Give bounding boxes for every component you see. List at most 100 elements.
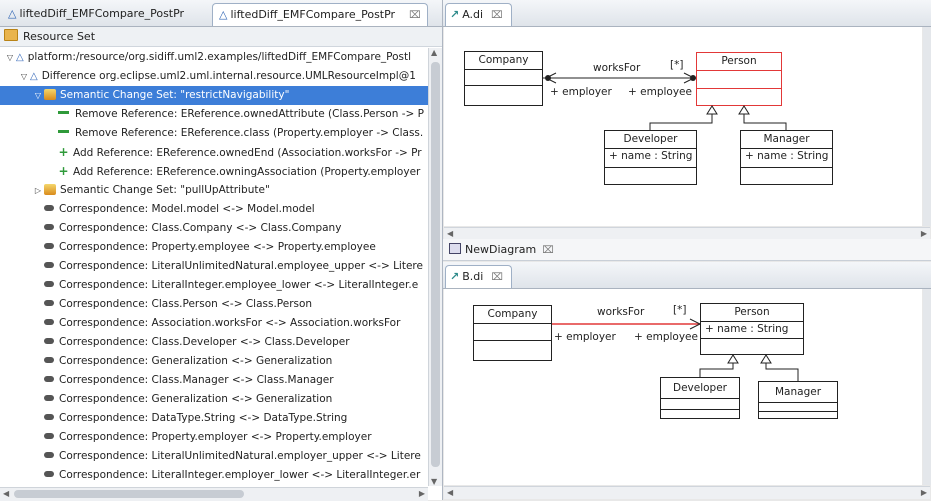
tab-a-di[interactable]: ↗ A.di ⌧ [445, 3, 512, 26]
tree-row[interactable]: Correspondence: Model.model <-> Model.mo… [0, 200, 315, 219]
scroll-left-icon[interactable]: ◀ [447, 488, 453, 497]
diagram-icon: ↗ [450, 8, 460, 21]
correspondence-icon [44, 471, 54, 477]
scroll-up-icon[interactable]: ▲ [431, 48, 437, 57]
generalization-arrowhead [706, 105, 718, 115]
tree-row[interactable]: + Add Reference: EReference.owningAssocia… [0, 162, 420, 181]
add-icon: + [58, 145, 69, 159]
tree-row[interactable]: ▽ △ platform:/resource/org.sidiff.uml2.exa… [0, 48, 411, 67]
tree-row[interactable]: Correspondence: Property.employer <-> Pr… [0, 428, 372, 447]
tree-row[interactable]: Correspondence: LiteralInteger.employee_… [0, 276, 418, 295]
tab-label: liftedDiff_EMFCompare_PostPr [230, 8, 396, 21]
role-employee: + employee [628, 86, 692, 98]
tab-b-di[interactable]: ↗ B.di ⌧ [445, 265, 512, 288]
close-icon[interactable]: ⌧ [542, 245, 554, 256]
canvas-a-vertical-scrollbar[interactable] [923, 27, 931, 226]
correspondence-icon [44, 224, 54, 230]
tree-row-label: Correspondence: Class.Manager <-> Class.… [59, 374, 334, 386]
scroll-right-icon[interactable]: ▶ [921, 229, 927, 238]
scroll-right-icon[interactable]: ▶ [921, 488, 927, 497]
diagram-canvas-b[interactable]: Company Person + name : String Developer… [444, 289, 922, 485]
editor-a-tab-bar: ↗ A.di ⌧ [443, 0, 931, 27]
close-icon[interactable]: ⌧ [491, 10, 503, 21]
expand-toggle-icon[interactable]: ▷ [32, 181, 44, 200]
tab-lifted-diff-2[interactable]: △ liftedDiff_EMFCompare_PostPr ⌧ [212, 3, 428, 26]
generalization-arrowhead [727, 354, 739, 364]
tree-row-label: Correspondence: LiteralUnlimitedNatural.… [59, 450, 421, 462]
left-tab-bar: △ liftedDiff_EMFCompare_PostPr △ liftedDif… [0, 0, 442, 27]
scroll-left-icon[interactable]: ◀ [447, 229, 453, 238]
role-employer: + employer [550, 86, 612, 98]
tree-row[interactable]: Correspondence: LiteralUnlimitedNatural.… [0, 447, 421, 466]
new-diagram-tab[interactable]: NewDiagram ⌧ [443, 239, 931, 261]
difference-tree: ▽ △ platform:/resource/org.sidiff.uml2.exa… [0, 48, 428, 486]
tree-horizontal-scrollbar[interactable]: ◀ ▶ [0, 487, 428, 501]
correspondence-icon [44, 243, 54, 249]
tree-row[interactable]: Correspondence: LiteralInteger.employer_… [0, 466, 420, 485]
tree-row[interactable]: Correspondence: Property.employee <-> Pr… [0, 238, 376, 257]
tree-row-label: Remove Reference: EReference.class (Prop… [75, 127, 424, 139]
tree-row[interactable]: ▽ △ Difference org.eclipse.uml2.uml.intern… [0, 67, 416, 86]
generalization-edge [743, 113, 787, 130]
add-icon: + [58, 164, 69, 178]
change-set-icon [44, 184, 56, 195]
tree-row[interactable]: Correspondence: Class.Developer <-> Clas… [0, 333, 350, 352]
remove-icon [58, 111, 69, 114]
association-name: worksFor [597, 306, 645, 318]
correspondence-icon [44, 376, 54, 382]
tree-row[interactable]: Correspondence: Class.Person <-> Class.P… [0, 295, 312, 314]
scroll-down-icon[interactable]: ▼ [431, 477, 437, 486]
tree-row[interactable]: + Add Reference: EReference.ownedEnd (Ass… [0, 143, 421, 162]
expand-toggle-icon[interactable]: ▽ [18, 67, 30, 86]
tree-row[interactable]: Correspondence: LiteralUnlimitedNatural.… [0, 257, 423, 276]
canvas-b-vertical-scrollbar[interactable] [923, 289, 931, 485]
tree-row-label: Correspondence: LiteralUnlimitedNatural.… [59, 260, 423, 272]
remove-icon [58, 130, 69, 133]
tree-row-label: Correspondence: Class.Person <-> Class.P… [59, 298, 313, 310]
association-name: worksFor [593, 62, 641, 74]
tab-lifted-diff-1[interactable]: △ liftedDiff_EMFCompare_PostPr [2, 3, 190, 25]
tree-row[interactable]: Correspondence: Generalization <-> Gener… [0, 352, 332, 371]
diagram-edges-b [552, 318, 799, 381]
resource-set-label: Resource Set [23, 30, 96, 43]
expand-toggle-icon[interactable]: ▽ [4, 48, 16, 67]
tree-row[interactable]: Correspondence: Class.Company <-> Class.… [0, 219, 341, 238]
correspondence-icon [44, 452, 54, 458]
tree-row[interactable]: ▷ Semantic Change Set: "pullUpAttribute" [0, 181, 270, 200]
tree-row[interactable]: Remove Reference: EReference.class (Prop… [0, 124, 423, 143]
scroll-thumb[interactable] [431, 62, 440, 467]
tree-row[interactable]: Correspondence: Association.worksFor <->… [0, 314, 400, 333]
tree-row-label: Correspondence: Property.employee <-> Pr… [59, 241, 376, 253]
close-icon[interactable]: ⌧ [491, 272, 503, 283]
tree-vertical-scrollbar[interactable]: ▲ ▼ [428, 48, 442, 486]
tree-row[interactable]: Correspondence: Class.Manager <-> Class.… [0, 371, 334, 390]
scroll-right-icon[interactable]: ▶ [419, 489, 425, 498]
canvas-b-horizontal-scrollbar[interactable]: ◀ ▶ [444, 486, 930, 499]
new-diagram-label: NewDiagram [465, 243, 537, 256]
tree-row-label: Correspondence: Property.employer <-> Pr… [59, 431, 372, 443]
tree-row-label: Difference org.eclipse.uml2.uml.internal… [41, 70, 416, 82]
correspondence-icon [44, 395, 54, 401]
tab-label: B.di [462, 270, 484, 283]
diagram-icon: ↗ [450, 270, 460, 283]
tree-row-label: Correspondence: Model.model <-> Model.mo… [59, 203, 315, 215]
tree-row-label: Correspondence: LiteralInteger.employee_… [59, 279, 419, 291]
diagram-icon [449, 243, 461, 254]
generalization-arrowhead [738, 105, 750, 115]
scroll-left-icon[interactable]: ◀ [3, 489, 9, 498]
diagram-canvas-a[interactable]: Company Person Developer + name : String… [444, 27, 922, 226]
tree-row[interactable]: Correspondence: Generalization <-> Gener… [0, 390, 332, 409]
multiplicity-label: [*] [673, 304, 687, 316]
close-icon[interactable]: ⌧ [409, 10, 421, 21]
scroll-thumb[interactable] [14, 490, 244, 498]
tree-row[interactable]: ▽ Semantic Change Set: "restrictNavigabil… [0, 86, 428, 105]
expand-toggle-icon[interactable]: ▽ [32, 86, 44, 105]
resource-set-header[interactable]: Resource Set [0, 27, 442, 47]
tree-row[interactable]: Correspondence: Property.name <-> Proper… [0, 485, 332, 486]
tree-row[interactable]: Remove Reference: EReference.ownedAttrib… [0, 105, 424, 124]
tree-row-label: Add Reference: EReference.owningAssociat… [73, 166, 421, 178]
generalization-edge [765, 361, 799, 381]
tree-row[interactable]: Correspondence: DataType.String <-> Data… [0, 409, 347, 428]
correspondence-icon [44, 205, 54, 211]
tree-row-label: Correspondence: LiteralInteger.employer_… [59, 469, 421, 481]
